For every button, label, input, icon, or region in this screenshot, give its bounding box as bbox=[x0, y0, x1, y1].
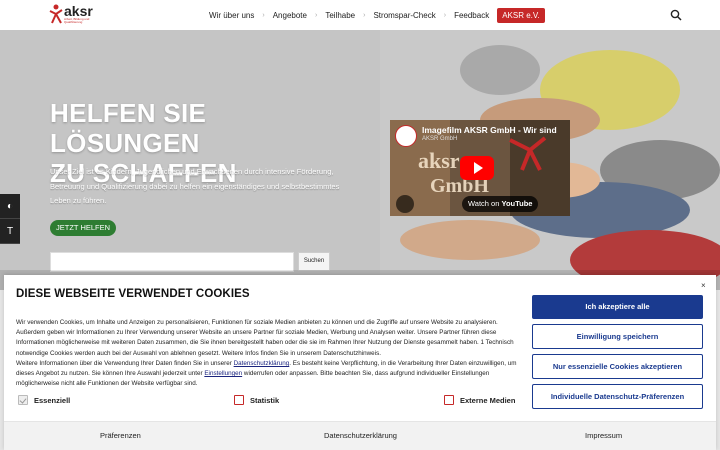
nav-separator-icon: › bbox=[443, 11, 447, 19]
nav-aksr-ev-button[interactable]: AKSR e.V. bbox=[497, 7, 545, 23]
font-size-toggle-icon[interactable]: T bbox=[0, 219, 20, 244]
hero-description: Unser Ziel ist es Kindern, Jugendlichen … bbox=[50, 167, 340, 205]
statistik-checkbox[interactable]: Statistik bbox=[234, 395, 279, 405]
search-icon[interactable] bbox=[670, 9, 682, 21]
footer-link-datenschutz[interactable]: Datenschutzerklärung bbox=[324, 431, 397, 440]
checkbox-label: Statistik bbox=[250, 395, 280, 405]
logo-figure-icon bbox=[49, 4, 63, 24]
cookie-paragraph-2: Weitere Informationen über die Verwendun… bbox=[16, 359, 522, 390]
link-icon[interactable] bbox=[396, 195, 414, 213]
cookie-title: DIESE WEBSEITE VERWENDET COOKIES bbox=[16, 288, 250, 300]
cookie-text-part: Weitere Informationen über die Verwendun… bbox=[16, 359, 234, 367]
checkbox-checked-icon bbox=[18, 395, 28, 405]
checkbox-label: Essenziell bbox=[34, 395, 71, 405]
footer-link-praferenzen[interactable]: Präferenzen bbox=[100, 431, 141, 440]
externe-medien-checkbox[interactable]: Externe Medien bbox=[444, 395, 515, 405]
essential-only-button[interactable]: Nur essenzielle Cookies akzeptieren bbox=[532, 354, 703, 379]
cookie-categories: Essenziell Statistik Externe Medien bbox=[16, 395, 516, 409]
accessibility-toolbar: ◐ T bbox=[0, 194, 20, 244]
youtube-logo-text: YouTube bbox=[501, 199, 533, 208]
footer-link-impressum[interactable]: Impressum bbox=[585, 431, 622, 440]
nav-feedback[interactable]: Feedback bbox=[450, 11, 493, 20]
site-header: aksr Arbeit, Bildung und Qualifizierung … bbox=[0, 0, 720, 30]
hero-search-input[interactable] bbox=[50, 252, 294, 272]
cookie-paragraph-1: Wir verwenden Cookies, um Inhalte und An… bbox=[16, 319, 514, 357]
nav-separator-icon: › bbox=[314, 11, 318, 19]
checkbox-icon[interactable] bbox=[444, 395, 454, 405]
individual-preferences-button[interactable]: Individuelle Datenschutz-Präferenzen bbox=[532, 384, 703, 409]
nav-wir-uber-uns[interactable]: Wir über uns bbox=[205, 11, 258, 20]
watch-on-youtube-button[interactable]: Watch on YouTube bbox=[462, 196, 539, 212]
jetzt-helfen-button[interactable]: JETZT HELFEN bbox=[50, 220, 117, 236]
watch-on-label: Watch on bbox=[468, 199, 500, 208]
hero-section: HELFEN SIE LÖSUNGEN ZU SCHAFFEN Unser Zi… bbox=[0, 30, 720, 290]
nav-stromspar-check[interactable]: Stromspar-Check bbox=[369, 11, 439, 20]
nav-separator-icon: › bbox=[363, 11, 366, 19]
svg-text:aksr: aksr bbox=[418, 148, 460, 173]
checkbox-icon[interactable] bbox=[234, 395, 244, 405]
contrast-toggle-icon[interactable]: ◐ bbox=[0, 194, 20, 219]
settings-link[interactable]: Einstellungen bbox=[204, 370, 242, 377]
main-nav: Wir über uns › Angebote › Teilhabe › Str… bbox=[205, 0, 545, 30]
channel-avatar[interactable] bbox=[395, 125, 417, 147]
video-title[interactable]: Imagefilm AKSR GmbH - Wir sind bbox=[422, 125, 562, 135]
nav-teilhabe[interactable]: Teilhabe bbox=[321, 11, 359, 20]
save-consent-button[interactable]: Einwilligung speichern bbox=[532, 324, 703, 349]
checkbox-label: Externe Medien bbox=[460, 395, 516, 405]
nav-separator-icon: › bbox=[262, 11, 265, 19]
hero-search-button[interactable]: Suchen bbox=[298, 252, 330, 271]
cookie-banner: × DIESE WEBSEITE VERWENDET COOKIES Wir v… bbox=[4, 275, 716, 450]
video-channel: AKSR GmbH bbox=[422, 136, 458, 142]
play-icon bbox=[474, 162, 483, 174]
accept-all-button[interactable]: Ich akzeptiere alle bbox=[532, 295, 703, 319]
cookie-footer: Präferenzen Datenschutzerklärung Impress… bbox=[4, 421, 716, 450]
aksr-logo[interactable]: aksr Arbeit, Bildung und Qualifizierung bbox=[48, 3, 108, 26]
youtube-video-embed[interactable]: aksr GmbH Imagefilm AKSR GmbH - Wir sind… bbox=[390, 120, 570, 216]
essenziell-checkbox: Essenziell bbox=[18, 395, 70, 405]
cookie-description: Wir verwenden Cookies, um Inhalte und An… bbox=[16, 318, 522, 389]
nav-angebote[interactable]: Angebote bbox=[269, 11, 311, 20]
close-icon[interactable]: × bbox=[701, 281, 706, 290]
hero-title-line1: HELFEN SIE LÖSUNGEN bbox=[50, 98, 207, 158]
privacy-policy-link[interactable]: Datenschutzklärung bbox=[234, 360, 290, 367]
logo-subtitle: Arbeit, Bildung und Qualifizierung bbox=[64, 17, 90, 24]
